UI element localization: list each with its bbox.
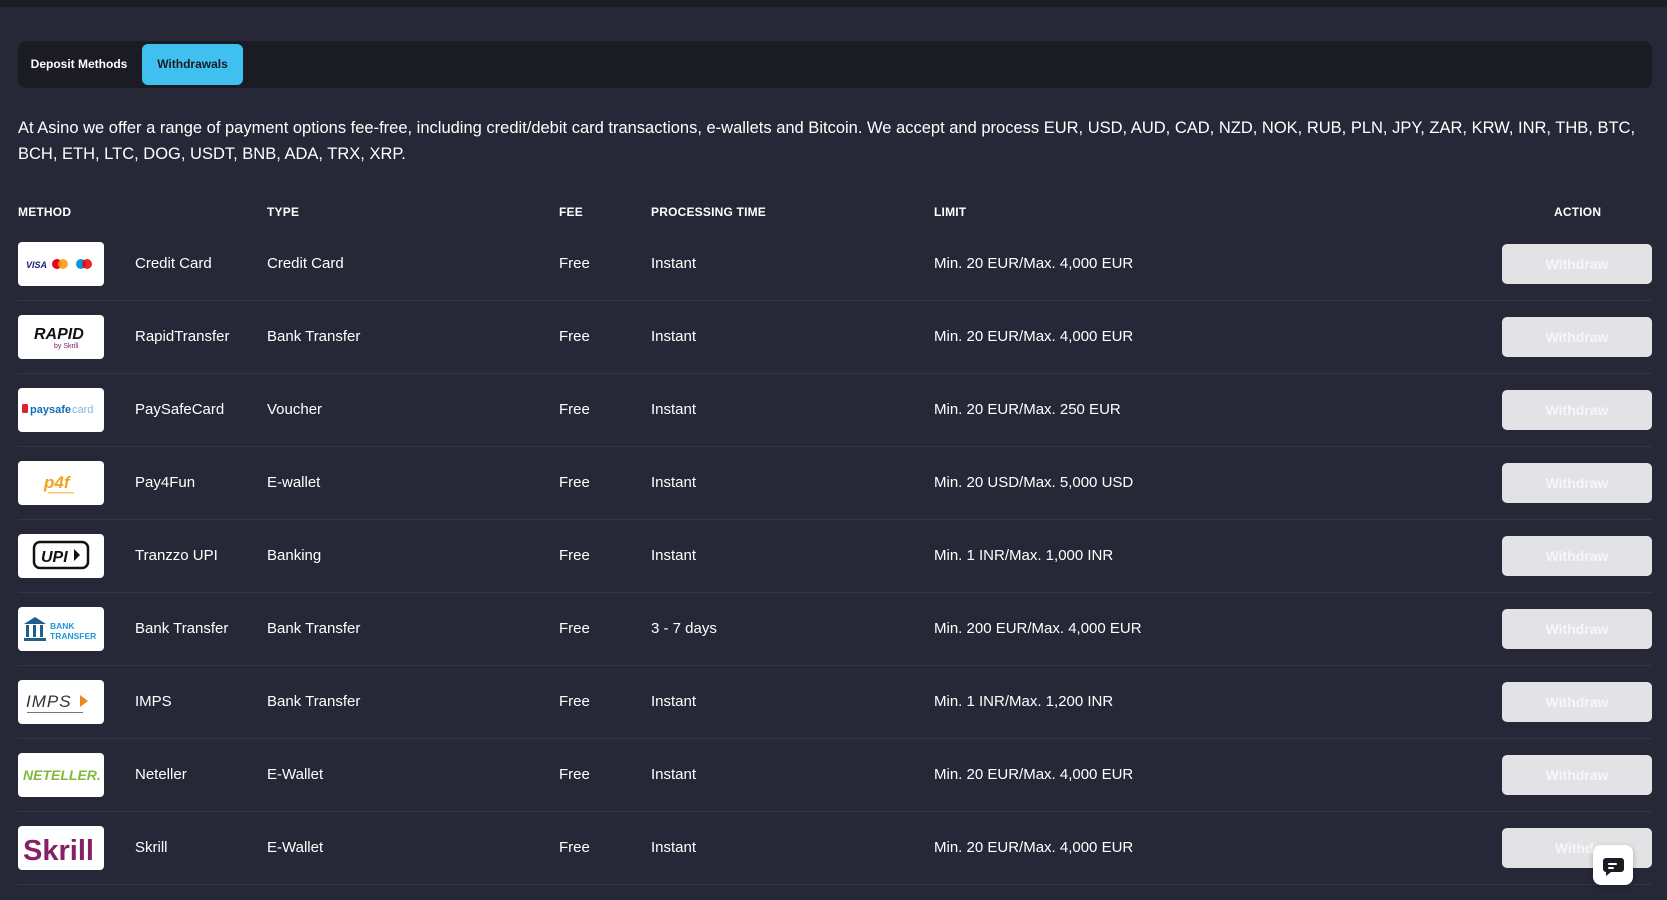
method-processing-time: Instant	[651, 401, 697, 418]
method-name: Tranzzo UPI	[135, 547, 218, 564]
chat-bubble-icon	[1603, 858, 1624, 876]
method-processing-time: Instant	[651, 766, 697, 783]
method-type: E-wallet	[267, 474, 321, 491]
method-processing-time: Instant	[651, 839, 697, 856]
table-row: p4f Pay4Fun E-wallet Free Instant Min. 20 USD…	[18, 446, 1652, 520]
method-type: Bank Transfer	[267, 620, 361, 637]
tab-deposit-methods[interactable]: Deposit Methods	[18, 44, 140, 85]
method-fee: Free	[559, 547, 590, 564]
method-processing-time: 3 - 7 days	[651, 620, 717, 637]
header-fee: FEE	[559, 205, 583, 219]
pay4fun-logo-icon: p4f	[18, 461, 104, 505]
method-type: Credit Card	[267, 255, 344, 272]
table-row: BANK TRANSFER Bank Transfer Bank Transfer Fr…	[18, 592, 1652, 666]
method-fee: Free	[559, 766, 590, 783]
skrill-logo-icon: Skrill	[18, 826, 104, 870]
neteller-logo-icon: NETELLER.	[18, 753, 104, 797]
method-processing-time: Instant	[651, 693, 697, 710]
method-name: Neteller	[135, 766, 187, 783]
table-row: Skrill Skrill E-Wallet Free Instant Min. 20 E…	[18, 811, 1652, 885]
tab-withdrawals[interactable]: Withdrawals	[142, 44, 243, 85]
svg-text:NETELLER.: NETELLER.	[23, 767, 101, 783]
withdraw-button[interactable]: Withdraw	[1502, 317, 1652, 357]
method-name: RapidTransfer	[135, 328, 230, 345]
header-action: ACTION	[1554, 205, 1602, 219]
method-name: Skrill	[135, 839, 168, 856]
intro-text: At Asino we offer a range of payment opt…	[18, 119, 1636, 163]
method-processing-time: Instant	[651, 474, 697, 491]
svg-text:UPI: UPI	[41, 549, 68, 566]
table-row: UPI Tranzzo UPI Banking Free Instant Min. 1 I…	[18, 519, 1652, 593]
withdraw-button[interactable]: Withdraw	[1502, 755, 1652, 795]
method-fee: Free	[559, 693, 590, 710]
table-row: VISA Credit Card Credit Card Free Instant Min…	[18, 227, 1652, 301]
svg-text:IMPS: IMPS	[26, 692, 72, 711]
method-fee: Free	[559, 474, 590, 491]
upi-logo-icon: UPI	[18, 534, 104, 578]
table-row: RAPID by Skrill RapidTransfer Bank Transfer…	[18, 300, 1652, 374]
svg-text:RAPID: RAPID	[34, 326, 84, 343]
withdraw-button[interactable]: Withdraw	[1502, 463, 1652, 503]
method-fee: Free	[559, 839, 590, 856]
withdraw-button[interactable]: Withdraw	[1502, 390, 1652, 430]
method-name: PaySafeCard	[135, 401, 225, 418]
method-processing-time: Instant	[651, 255, 697, 272]
method-limit: Min. 20 EUR/Max. 250 EUR	[934, 401, 1121, 418]
header-method: METHOD	[18, 205, 72, 219]
withdraw-button[interactable]: Withdraw	[1502, 682, 1652, 722]
method-fee: Free	[559, 401, 590, 418]
svg-text:card: card	[72, 404, 93, 416]
svg-text:by Skrill: by Skrill	[54, 343, 79, 350]
method-limit: Min. 20 EUR/Max. 4,000 EUR	[934, 255, 1134, 272]
table-row: paysafe card PaySafeCard Voucher Free Instant…	[18, 373, 1652, 447]
method-type: Voucher	[267, 401, 323, 418]
svg-text:Skrill: Skrill	[23, 835, 94, 867]
method-type: Bank Transfer	[267, 693, 361, 710]
table-row: IMPS IMPS Bank Transfer Free Instant Min. 1 I…	[18, 665, 1652, 739]
withdraw-button[interactable]: Withdraw	[1502, 609, 1652, 649]
chat-button[interactable]	[1593, 845, 1633, 885]
table-row: NETELLER. Neteller E-Wallet Free Instant Min.…	[18, 738, 1652, 812]
withdraw-button[interactable]: Withdraw	[1502, 536, 1652, 576]
method-limit: Min. 1 INR/Max. 1,000 INR	[934, 547, 1114, 564]
paysafecard-logo-icon: paysafe card	[18, 388, 104, 432]
svg-text:p4f: p4f	[43, 473, 72, 492]
header-processing-time: PROCESSING TIME	[651, 205, 767, 219]
top-bar	[0, 0, 1667, 7]
method-limit: Min. 1 INR/Max. 1,200 INR	[934, 693, 1114, 710]
svg-text:BANK: BANK	[50, 621, 75, 631]
header-limit: LIMIT	[934, 205, 967, 219]
method-type: E-Wallet	[267, 766, 324, 783]
method-name: Credit Card	[135, 255, 212, 272]
withdraw-button[interactable]: Withdraw	[1502, 244, 1652, 284]
method-name: Bank Transfer	[135, 620, 229, 637]
svg-text:paysafe: paysafe	[30, 404, 71, 416]
method-type: E-Wallet	[267, 839, 324, 856]
method-processing-time: Instant	[651, 328, 697, 345]
method-fee: Free	[559, 328, 590, 345]
method-type: Bank Transfer	[267, 328, 361, 345]
method-limit: Min. 20 EUR/Max. 4,000 EUR	[934, 839, 1134, 856]
method-type: Banking	[267, 547, 322, 564]
svg-text:VISA: VISA	[26, 260, 47, 270]
method-name: Pay4Fun	[135, 474, 196, 491]
method-limit: Min. 20 EUR/Max. 4,000 EUR	[934, 766, 1134, 783]
bank-transfer-logo-icon: BANK TRANSFER	[18, 607, 104, 651]
method-name: IMPS	[135, 693, 172, 710]
payment-tabs: Deposit Methods Withdrawals	[18, 41, 1652, 88]
method-limit: Min. 20 EUR/Max. 4,000 EUR	[934, 328, 1134, 345]
method-limit: Min. 20 USD/Max. 5,000 USD	[934, 474, 1134, 491]
svg-text:TRANSFER: TRANSFER	[50, 631, 96, 641]
method-limit: Min. 200 EUR/Max. 4,000 EUR	[934, 620, 1142, 637]
header-type: TYPE	[267, 205, 300, 219]
rapidtransfer-logo-icon: RAPID by Skrill	[18, 315, 104, 359]
method-fee: Free	[559, 255, 590, 272]
credit-card-logo-icon: VISA	[18, 242, 104, 286]
imps-logo-icon: IMPS	[18, 680, 104, 724]
method-fee: Free	[559, 620, 590, 637]
method-processing-time: Instant	[651, 547, 697, 564]
